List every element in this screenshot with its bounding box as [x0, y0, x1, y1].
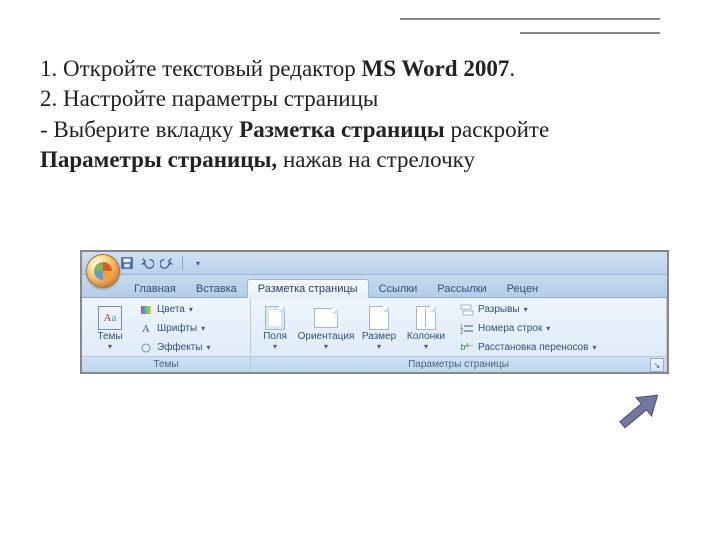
label: Номера строк [478, 323, 542, 334]
group-title-themes: Темы [82, 356, 250, 372]
word-ribbon-screenshot: ▾ Главная Вставка Разметка страницы Ссыл… [80, 250, 669, 374]
ribbon-body: Aa Темы▾ Цвета▾ A Шрифты▾ [82, 298, 667, 372]
group-title-page-setup: Параметры страницы ↘ [251, 356, 666, 372]
line-numbers-icon: 12 [460, 323, 474, 335]
label: Эффекты [157, 342, 202, 353]
quick-access-toolbar: ▾ [82, 252, 667, 275]
label: Шрифты [157, 323, 197, 334]
tab-mailings[interactable]: Рассылки [427, 280, 496, 297]
label: Параметры страницы [408, 359, 509, 370]
slide-header-rule [400, 18, 660, 34]
margins-icon [265, 306, 285, 330]
qat-customize-icon[interactable]: ▾ [191, 256, 205, 270]
text: раскройте [445, 117, 549, 142]
theme-colors-button[interactable]: Цвета▾ [136, 301, 213, 318]
text-bold: Параметры страницы, [40, 147, 277, 172]
tab-home[interactable]: Главная [124, 280, 186, 297]
tab-page-layout[interactable]: Разметка страницы [247, 279, 369, 298]
label: Цвета [157, 304, 185, 315]
pointer-arrow-icon [608, 379, 672, 442]
text: 1. Откройте текстовый редактор [40, 56, 362, 81]
label: Поля [263, 331, 287, 342]
header-rule-top [400, 18, 660, 20]
group-themes: Aa Темы▾ Цвета▾ A Шрифты▾ [82, 298, 251, 372]
label: Разрывы [478, 304, 520, 315]
ribbon-tabs: Главная Вставка Разметка страницы Ссылки… [82, 275, 667, 298]
colors-icon [139, 304, 153, 316]
text: . [509, 56, 515, 81]
header-rule-bottom [520, 32, 660, 34]
columns-button[interactable]: Колонки▾ [403, 302, 449, 356]
effects-icon [139, 342, 153, 354]
label: Расстановка переносов [478, 342, 588, 353]
svg-text:2: 2 [460, 330, 464, 335]
hyphenation-button[interactable]: bª⁻ Расстановка переносов▾ [457, 339, 599, 356]
size-icon [369, 306, 389, 330]
instruction-text: 1. Откройте текстовый редактор MS Word 2… [40, 54, 670, 175]
label: Колонки [407, 331, 445, 342]
themes-button[interactable]: Aa Темы▾ [88, 302, 132, 356]
label: Ориентация [298, 331, 355, 342]
themes-icon: Aa [98, 306, 122, 330]
text-bold: Разметка страницы [239, 117, 445, 142]
instruction-line-1: 1. Откройте текстовый редактор MS Word 2… [40, 54, 670, 84]
save-icon[interactable] [120, 256, 134, 270]
tab-review[interactable]: Рецен [497, 280, 548, 297]
instruction-line-3: - Выберите вкладку Разметка страницы рас… [40, 115, 670, 176]
page-setup-dialog-launcher[interactable]: ↘ [650, 358, 664, 372]
undo-icon[interactable] [140, 256, 154, 270]
theme-fonts-button[interactable]: A Шрифты▾ [136, 320, 213, 337]
label: Темы [97, 331, 122, 342]
line-numbers-button[interactable]: 12 Номера строк▾ [457, 320, 599, 337]
size-button[interactable]: Размер▾ [359, 302, 399, 356]
fonts-icon: A [139, 323, 153, 335]
hyphenation-icon: bª⁻ [460, 342, 474, 354]
text: нажав на стрелочку [277, 147, 475, 172]
label: Размер [362, 331, 396, 342]
tab-references[interactable]: Ссылки [369, 280, 428, 297]
instruction-line-2: 2. Настройте параметры страницы [40, 84, 670, 114]
text: - Выберите вкладку [40, 117, 239, 142]
group-page-setup: Поля▾ Ориентация▾ Размер▾ Колонки▾ [251, 298, 667, 372]
text-bold: MS Word 2007 [362, 56, 510, 81]
orientation-icon [314, 308, 338, 328]
theme-effects-button[interactable]: Эффекты▾ [136, 339, 213, 356]
redo-icon[interactable] [160, 256, 174, 270]
columns-icon [416, 306, 436, 330]
tab-insert[interactable]: Вставка [186, 280, 247, 297]
orientation-button[interactable]: Ориентация▾ [297, 302, 355, 356]
office-button[interactable] [86, 254, 120, 288]
breaks-icon [460, 304, 474, 316]
margins-button[interactable]: Поля▾ [257, 302, 293, 356]
breaks-button[interactable]: Разрывы▾ [457, 301, 599, 318]
qat-separator [182, 256, 183, 270]
